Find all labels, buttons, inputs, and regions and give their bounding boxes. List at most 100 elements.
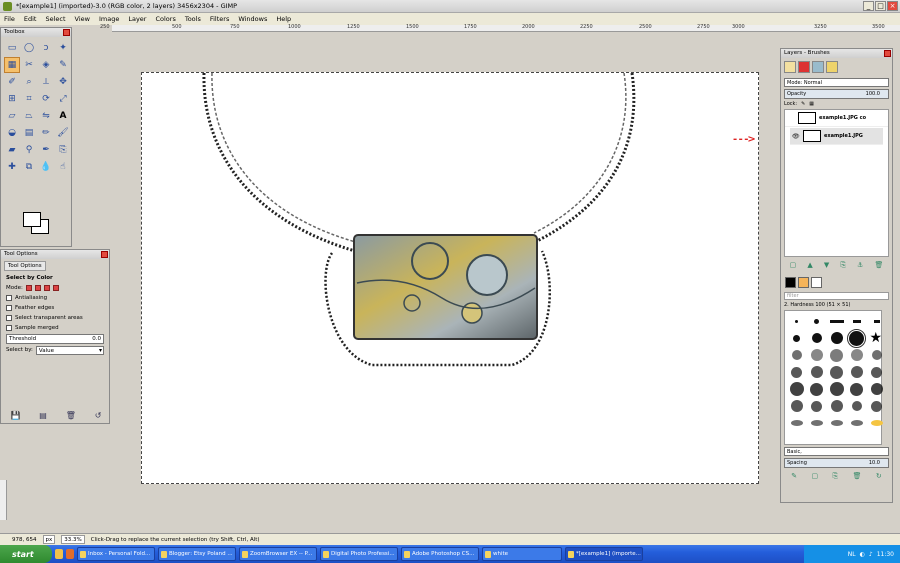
brush-item[interactable] xyxy=(790,420,803,426)
close-icon[interactable] xyxy=(884,50,891,57)
tab-channels[interactable] xyxy=(798,61,810,73)
merged-option[interactable]: Sample merged xyxy=(1,323,109,333)
quicklaunch-icon[interactable] xyxy=(55,549,63,559)
rect-select-icon[interactable]: ▭ xyxy=(4,40,20,56)
free-select-icon[interactable]: ↄ xyxy=(38,40,54,56)
mode-subtract-icon[interactable] xyxy=(43,285,50,291)
refresh-brushes-icon[interactable]: ↻ xyxy=(876,472,882,481)
pattern-swatch[interactable] xyxy=(798,277,809,288)
tray-icon[interactable]: ♪ xyxy=(869,551,873,558)
brush-item[interactable] xyxy=(830,332,843,344)
menu-filters[interactable]: Filters xyxy=(210,15,229,23)
taskbar-item[interactable]: ZoomBrowser EX -- P... xyxy=(239,547,317,561)
star-brush-icon[interactable]: ★ xyxy=(870,331,884,345)
brush-item[interactable] xyxy=(789,382,804,396)
taskbar-item-active[interactable]: *[example1] (importe... xyxy=(565,547,643,561)
mode-add-icon[interactable] xyxy=(34,285,41,291)
brush-item[interactable] xyxy=(871,350,882,360)
delete-layer-icon[interactable]: 🗑 xyxy=(874,261,883,270)
image-canvas[interactable] xyxy=(141,72,759,484)
lower-layer-icon[interactable]: ▼ xyxy=(824,261,829,270)
brush-item[interactable] xyxy=(850,366,863,378)
menu-tools[interactable]: Tools xyxy=(185,15,201,23)
new-layer-icon[interactable]: ▢ xyxy=(790,261,797,270)
brush-item[interactable] xyxy=(811,400,822,412)
menu-edit[interactable]: Edit xyxy=(24,15,37,23)
menu-select[interactable]: Select xyxy=(45,15,65,23)
delete-brush-icon[interactable]: 🗑 xyxy=(853,472,862,481)
scale-icon[interactable]: ⤢ xyxy=(55,91,71,107)
restore-options-icon[interactable]: ▤ xyxy=(39,411,47,420)
color-picker-icon[interactable]: ✐ xyxy=(4,74,20,90)
transparent-checkbox[interactable] xyxy=(6,315,12,321)
edit-brush-icon[interactable]: ✎ xyxy=(791,472,797,481)
select-by-color-icon[interactable]: ▦ xyxy=(4,57,20,73)
foreground-color-swatch[interactable] xyxy=(23,212,41,227)
menu-view[interactable]: View xyxy=(75,15,90,23)
brush-item[interactable] xyxy=(847,328,866,348)
brush-swatch[interactable] xyxy=(785,277,796,288)
fg-bg-color-selector[interactable] xyxy=(21,212,51,236)
brush-item[interactable] xyxy=(793,334,800,342)
language-indicator[interactable]: NL xyxy=(848,551,856,558)
eraser-icon[interactable]: ▰ xyxy=(4,142,20,158)
new-brush-icon[interactable]: ▢ xyxy=(812,472,819,481)
brush-item[interactable] xyxy=(829,382,844,396)
vertical-ruler[interactable] xyxy=(0,480,7,520)
tab-undo[interactable] xyxy=(826,61,838,73)
smudge-icon[interactable]: ☝ xyxy=(55,159,71,175)
mode-replace-icon[interactable] xyxy=(25,285,32,291)
brush-item[interactable] xyxy=(830,400,843,412)
tray-icon[interactable]: ◐ xyxy=(860,551,865,558)
brush-item[interactable] xyxy=(830,348,843,362)
tab-layers[interactable] xyxy=(784,61,796,73)
close-button[interactable]: × xyxy=(887,1,898,11)
flip-icon[interactable]: ⇋ xyxy=(38,108,54,124)
brush-item[interactable] xyxy=(870,383,883,395)
antialiasing-option[interactable]: Antialiasing xyxy=(1,293,109,303)
brush-item[interactable] xyxy=(830,420,843,426)
menu-help[interactable]: Help xyxy=(276,15,291,23)
horizontal-ruler[interactable]: 250 500 750 1000 1250 1500 1750 2000 225… xyxy=(100,24,900,32)
brush-item[interactable] xyxy=(830,365,843,379)
brush-grid[interactable]: ★ xyxy=(784,310,884,445)
brush-item[interactable] xyxy=(871,400,882,412)
blend-icon[interactable]: ▤ xyxy=(21,125,37,141)
gradient-swatch[interactable] xyxy=(811,277,822,288)
layer-opacity-slider[interactable]: Opacity 100.0 xyxy=(784,89,889,99)
taskbar-item[interactable]: Blogger: Etsy Poland ... xyxy=(158,547,236,561)
minimize-button[interactable]: _ xyxy=(863,1,874,11)
paths-icon[interactable]: ✎ xyxy=(55,57,71,73)
close-icon[interactable] xyxy=(101,251,108,258)
layer-mode-dropdown[interactable]: Mode: Normal xyxy=(784,78,889,87)
eye-icon[interactable]: 👁 xyxy=(792,133,800,140)
raise-layer-icon[interactable]: ▲ xyxy=(807,261,812,270)
select-by-dropdown[interactable]: Value xyxy=(35,345,104,355)
antialiasing-checkbox[interactable] xyxy=(6,295,12,301)
heal-icon[interactable]: ✚ xyxy=(4,159,20,175)
brush-item[interactable] xyxy=(791,350,802,360)
taskbar-item[interactable]: Adobe Photoshop CS... xyxy=(401,547,479,561)
feather-checkbox[interactable] xyxy=(6,305,12,311)
brush-item[interactable] xyxy=(850,349,863,361)
ellipse-select-icon[interactable]: ◯ xyxy=(21,40,37,56)
brush-item[interactable] xyxy=(871,366,882,378)
foreground-select-icon[interactable]: ◈ xyxy=(38,57,54,73)
measure-icon[interactable]: ⟂ xyxy=(38,74,54,90)
layer-row[interactable]: 👁 example1.JPG xyxy=(790,128,883,145)
anchor-layer-icon[interactable]: ⚓ xyxy=(857,261,863,270)
taskbar-item[interactable]: white xyxy=(482,547,562,561)
delete-options-icon[interactable]: 🗑 xyxy=(66,411,76,420)
brush-item[interactable] xyxy=(810,349,823,361)
feather-option[interactable]: Feather edges xyxy=(1,303,109,313)
lock-alpha-icon[interactable]: ▦ xyxy=(809,101,814,107)
maximize-button[interactable]: □ xyxy=(875,1,886,11)
transparent-option[interactable]: Select transparent areas xyxy=(1,313,109,323)
blur-icon[interactable]: 💧 xyxy=(38,159,54,175)
perspective-icon[interactable]: ⏢ xyxy=(21,108,37,124)
brush-item[interactable] xyxy=(851,401,862,411)
brush-item[interactable] xyxy=(873,319,880,323)
menu-image[interactable]: Image xyxy=(99,15,119,23)
rotate-icon[interactable]: ⟳ xyxy=(38,91,54,107)
menu-file[interactable]: File xyxy=(4,15,15,23)
